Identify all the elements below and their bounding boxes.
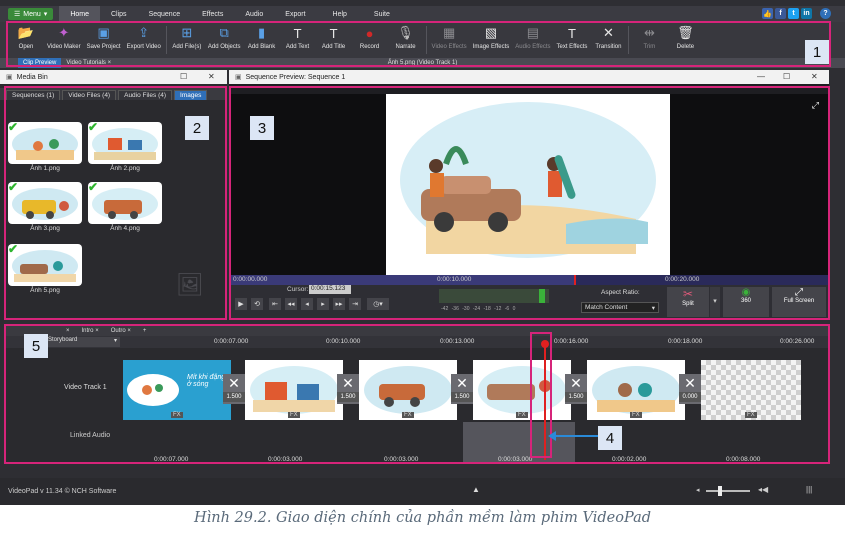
- chevron-down-icon: ▾: [43, 11, 48, 18]
- callout-box-toolbar: [6, 21, 831, 67]
- restore-icon[interactable]: ☐: [180, 72, 187, 81]
- zoom-slider-thumb[interactable]: [718, 486, 722, 496]
- callout-box-preview: [229, 86, 830, 320]
- status-bar: VideoPad v 11.34 © NCH Software ▲ ◂ ◂◀ |…: [0, 478, 845, 505]
- close-icon[interactable]: ✕: [811, 72, 818, 81]
- restore-icon[interactable]: ☐: [783, 72, 790, 81]
- callout-arrow: [548, 431, 598, 441]
- callout-number-5: 5: [24, 334, 48, 358]
- callout-number-3: 3: [250, 116, 274, 140]
- callout-number-1: 1: [805, 40, 829, 64]
- expand-up-icon[interactable]: ▲: [472, 485, 480, 494]
- hamburger-icon: ☰: [14, 11, 21, 18]
- social-links: 👍 f t in ?: [762, 8, 831, 19]
- facebook-icon[interactable]: f: [775, 8, 786, 19]
- tab-home[interactable]: Home: [59, 6, 100, 22]
- callout-number-2: 2: [185, 116, 209, 140]
- zoom-out-icon[interactable]: ◂: [696, 486, 700, 494]
- preview-titlebar: ▣ Sequence Preview: Sequence 1 — ☐ ✕: [229, 70, 829, 84]
- tab-clips[interactable]: Clips: [100, 6, 138, 22]
- callout-box-timeline: [4, 324, 830, 464]
- linkedin-icon[interactable]: in: [801, 8, 812, 19]
- media-bin-icon: ▣: [6, 74, 13, 81]
- minimize-icon[interactable]: —: [757, 72, 765, 81]
- tab-sequence[interactable]: Sequence: [138, 6, 192, 22]
- tab-suite[interactable]: Suite: [363, 6, 401, 22]
- tab-effects[interactable]: Effects: [191, 6, 234, 22]
- tab-export[interactable]: Export: [274, 6, 316, 22]
- videopad-window: ☰ Menu ▾ Home Clips Sequence Effects Aud…: [0, 0, 845, 505]
- menu-bar: ☰ Menu ▾ Home Clips Sequence Effects Aud…: [0, 6, 845, 22]
- tab-help[interactable]: Help: [317, 6, 363, 22]
- menu-button[interactable]: ☰ Menu ▾: [8, 8, 54, 20]
- version-text: VideoPad v 11.34 © NCH Software: [8, 488, 117, 495]
- help-icon[interactable]: ?: [820, 8, 831, 19]
- figure-caption: Hình 29.2. Giao diện chính của phần mềm …: [193, 510, 652, 526]
- volume-icon[interactable]: ◂◀: [758, 485, 768, 494]
- media-bin-titlebar: ▣ Media Bin ☐ ✕: [0, 70, 227, 84]
- thumbs-up-icon[interactable]: 👍: [762, 8, 773, 19]
- levels-icon[interactable]: |||: [806, 485, 812, 494]
- callout-number-4: 4: [598, 426, 622, 450]
- tab-audio[interactable]: Audio: [234, 6, 274, 22]
- zoom-slider[interactable]: [706, 490, 750, 492]
- close-icon[interactable]: ✕: [208, 72, 215, 81]
- twitter-icon[interactable]: t: [788, 8, 799, 19]
- preview-icon: ▣: [235, 74, 242, 81]
